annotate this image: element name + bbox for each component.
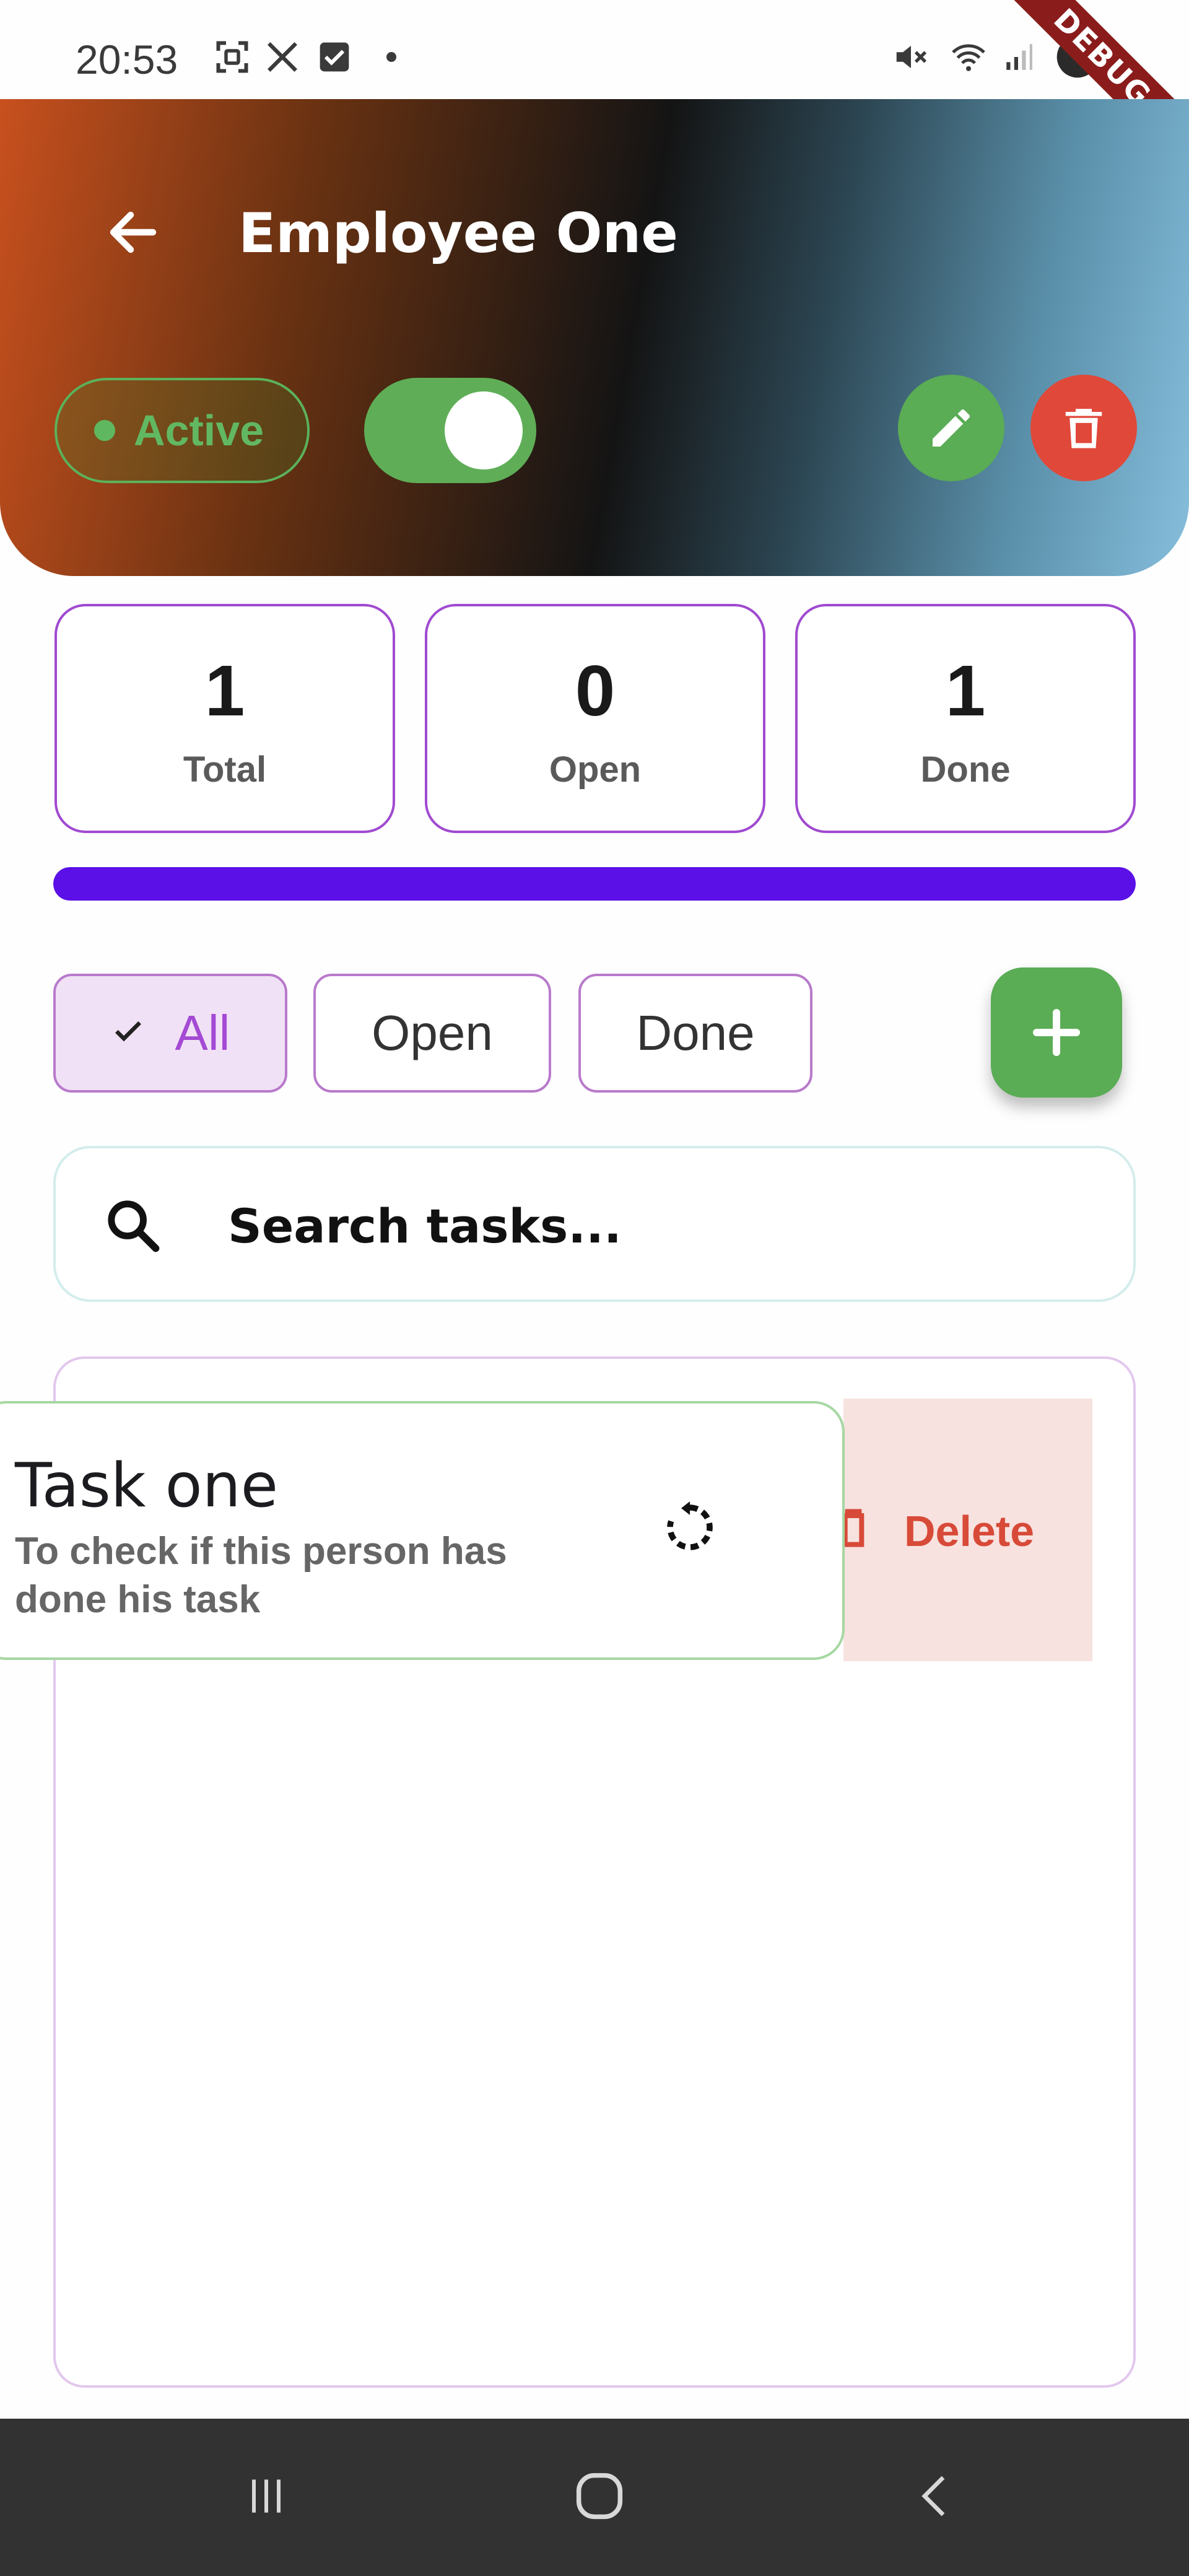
progress-fill (53, 867, 1136, 901)
recents-icon (252, 2479, 281, 2513)
stat-card-total: 1 Total (54, 604, 395, 833)
status-label: Active (134, 406, 264, 455)
recents-button[interactable] (217, 2456, 316, 2536)
status-badge: Active (54, 378, 310, 483)
screenshot-icon (211, 38, 254, 76)
back-nav-button[interactable] (884, 2456, 983, 2536)
filter-chip-open[interactable]: Open (313, 974, 551, 1093)
status-bar: 20:53 DEBUG (0, 0, 1189, 187)
signal-icon (1000, 38, 1037, 76)
mute-icon (889, 38, 933, 76)
stat-open-value: 0 (575, 650, 616, 731)
home-button[interactable] (550, 2456, 649, 2536)
checkbox-notification-icon (315, 38, 354, 76)
restore-icon (667, 1501, 713, 1550)
search-box[interactable] (53, 1146, 1136, 1302)
delete-employee-button[interactable] (1030, 375, 1137, 481)
task-title: Task one (15, 1451, 279, 1521)
back-button[interactable] (93, 192, 173, 273)
employee-header: Employee One Active (0, 99, 1189, 576)
stat-done-label: Done (920, 749, 1011, 790)
swipe-delete-label: Delete (904, 1507, 1035, 1555)
active-toggle[interactable] (364, 378, 536, 483)
home-icon (576, 2473, 623, 2520)
search-icon (108, 1200, 160, 1252)
trash-icon (1065, 409, 1102, 448)
system-nav-bar (0, 2419, 1189, 2576)
search-input[interactable] (228, 1185, 1095, 1266)
status-time: 20:53 (76, 37, 178, 82)
check-icon (111, 1008, 146, 1058)
swipe-delete-action[interactable]: Delete (842, 1399, 1092, 1661)
completion-progress-bar (53, 867, 1136, 901)
notification-dot-icon (379, 38, 404, 76)
x-logo-icon (263, 38, 302, 76)
chevron-left-icon (921, 2476, 945, 2517)
status-dot (94, 420, 115, 441)
filter-open-label: Open (372, 1005, 493, 1060)
stat-done-value: 1 (945, 650, 986, 731)
stat-open-label: Open (549, 749, 642, 790)
plus-icon (1033, 1009, 1080, 1056)
task-description: To check if this person has done his tas… (15, 1530, 507, 1621)
add-task-button[interactable] (991, 967, 1122, 1098)
filter-done-label: Done (636, 1005, 755, 1060)
filter-chip-done[interactable]: Done (578, 974, 812, 1093)
stat-card-open: 0 Open (425, 604, 765, 833)
stat-card-done: 1 Done (795, 604, 1136, 833)
edit-employee-button[interactable] (898, 375, 1004, 481)
pencil-icon (933, 409, 970, 447)
stat-total-value: 1 (204, 650, 245, 731)
toggle-knob (445, 391, 523, 469)
page-title: Employee One (238, 201, 678, 265)
filter-chip-all[interactable]: All (53, 974, 287, 1093)
wifi-icon (945, 38, 992, 76)
task-card[interactable]: Task one To check if this person has don… (0, 1401, 845, 1660)
arrow-left-icon (110, 211, 157, 253)
stat-total-label: Total (183, 749, 267, 790)
filter-all-label: All (175, 1005, 230, 1060)
reopen-task-button[interactable] (647, 1484, 733, 1571)
